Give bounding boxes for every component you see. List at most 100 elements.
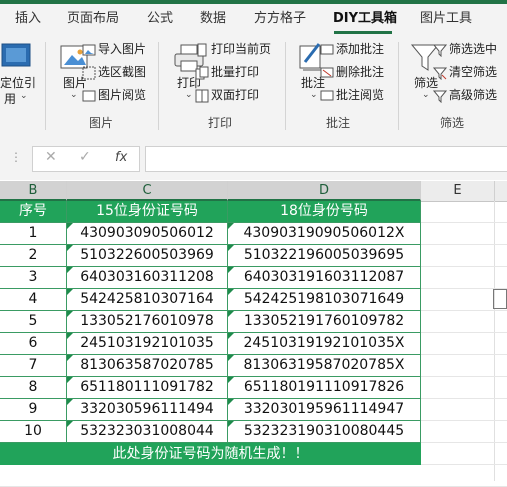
table-cell-18-digit[interactable]: 651180191110917826 [228, 377, 421, 399]
number-as-text-indicator [228, 223, 234, 229]
table-cell-15-digit[interactable]: 651180111091782 [67, 377, 228, 399]
group-separator [398, 42, 399, 130]
table-cell-seq[interactable]: 1 [0, 223, 67, 245]
table-cell-seq[interactable]: 7 [0, 355, 67, 377]
table-cell-seq[interactable]: 10 [0, 421, 67, 443]
table-cell-seq[interactable]: 5 [0, 311, 67, 333]
table-cell-18-digit[interactable]: 532323190310080445 [228, 421, 421, 443]
picture-view-icon [82, 90, 96, 102]
picture-view-button[interactable]: 图片阅览 [98, 86, 146, 104]
tab-fangfang[interactable]: 方方格子 [254, 4, 306, 34]
table-cell-18-digit[interactable]: 640303191603112087 [228, 267, 421, 289]
table-cell-18-digit[interactable]: 24510319192101035X [228, 333, 421, 355]
cell-value: 532323031008044 [80, 423, 214, 439]
table-cell-18-digit[interactable]: 43090319090506012X [228, 223, 421, 245]
drag-handle-icon[interactable]: ⋮ [10, 150, 22, 164]
import-picture-button[interactable]: 导入图片 [98, 40, 146, 58]
table-cell-seq[interactable]: 6 [0, 333, 67, 355]
table-cell-15-digit[interactable]: 640303160311208 [67, 267, 228, 289]
table-cell-18-digit[interactable]: 510322196005039695 [228, 245, 421, 267]
add-comment-icon [320, 44, 334, 55]
print-page-icon [197, 43, 207, 57]
table-cell-15-digit[interactable]: 430903090506012 [67, 223, 228, 245]
column-header-c[interactable]: C [67, 181, 228, 201]
number-as-text-indicator [67, 333, 73, 339]
comment-group-label: 批注 [326, 116, 351, 130]
column-header-e[interactable]: E [421, 181, 495, 201]
tab-data[interactable]: 数据 [200, 4, 226, 34]
formula-input[interactable] [145, 146, 507, 172]
locate-ref-icon [1, 43, 31, 67]
delete-comment-icon [320, 67, 334, 78]
table-cell-15-digit[interactable]: 532323031008044 [67, 421, 228, 443]
table-cell-seq[interactable]: 8 [0, 377, 67, 399]
advanced-filter-button[interactable]: 高级筛选 [449, 86, 497, 104]
view-comment-icon [320, 90, 334, 101]
cell-value: 510322196005039695 [243, 247, 405, 263]
view-comments-button[interactable]: 批注阅览 [336, 86, 384, 104]
table-cell-15-digit[interactable]: 510322600503969 [67, 245, 228, 267]
batch-print-icon [195, 66, 209, 80]
enter-icon[interactable]: ✓ [79, 149, 91, 165]
table-cell-seq[interactable]: 3 [0, 267, 67, 289]
header-15-digit[interactable]: 15位身份证号码 [67, 201, 228, 223]
number-as-text-indicator [67, 267, 73, 273]
screenshot-icon [82, 66, 96, 80]
table-cell-18-digit[interactable]: 81306319587020785X [228, 355, 421, 377]
add-comment-button[interactable]: 添加批注 [336, 40, 384, 58]
tab-diy-toolbox[interactable]: DIY工具箱 [333, 4, 397, 34]
number-as-text-indicator [228, 289, 234, 295]
number-as-text-indicator [67, 421, 73, 427]
table-cell-seq[interactable]: 4 [0, 289, 67, 311]
filter-selected-button[interactable]: 筛选选中 [449, 40, 497, 58]
group-separator [285, 42, 286, 130]
clear-filter-button[interactable]: 清空筛选 [449, 63, 497, 81]
header-seq[interactable]: 序号 [0, 201, 67, 223]
cell-value: 640303160311208 [80, 269, 214, 285]
number-as-text-indicator [67, 399, 73, 405]
table-cell-15-digit[interactable]: 133052176010978 [67, 311, 228, 333]
number-as-text-indicator [67, 289, 73, 295]
insert-function-icon[interactable]: fx [115, 150, 127, 165]
cell-value: 542425198103071649 [243, 291, 405, 307]
cell-value: 651180191110917826 [243, 379, 405, 395]
print-current-page-button[interactable]: 打印当前页 [211, 40, 271, 58]
table-cell-15-digit[interactable]: 332030596111494 [67, 399, 228, 421]
cell-value: 542425810307164 [80, 291, 214, 307]
cell-value: 245103192101035 [80, 335, 214, 351]
number-as-text-indicator [67, 223, 73, 229]
table-cell-18-digit[interactable]: 542425198103071649 [228, 289, 421, 311]
header-18-digit[interactable]: 18位身份号码 [228, 201, 421, 223]
chevron-down-icon: ⌄ [422, 90, 430, 100]
table-cell-15-digit[interactable]: 813063587020785 [67, 355, 228, 377]
cell-value: 651180111091782 [80, 379, 214, 395]
footer-note[interactable]: 此处身份证号码为随机生成！！ [0, 443, 421, 465]
batch-print-button[interactable]: 批量打印 [211, 63, 259, 81]
table-cell-18-digit[interactable]: 332030195961114947 [228, 399, 421, 421]
selected-cell[interactable] [493, 289, 507, 309]
delete-comment-button[interactable]: 删除批注 [336, 63, 384, 81]
tab-formulas[interactable]: 公式 [147, 4, 173, 34]
number-as-text-indicator [228, 399, 234, 405]
column-header-b[interactable]: B [0, 181, 67, 201]
chevron-down-icon: ⌄ [70, 90, 78, 100]
picture-group-label: 图片 [89, 116, 114, 130]
cell-value: 332030596111494 [80, 401, 214, 417]
table-cell-15-digit[interactable]: 542425810307164 [67, 289, 228, 311]
tab-picture-tools[interactable]: 图片工具 [420, 4, 472, 34]
duplex-print-button[interactable]: 双面打印 [211, 86, 259, 104]
tab-insert[interactable]: 插入 [15, 4, 41, 34]
table-cell-18-digit[interactable]: 133052191760109782 [228, 311, 421, 333]
cell-value: 510322600503969 [80, 247, 214, 263]
locate-ref-label-1[interactable]: 定位引 [0, 74, 36, 91]
table-cell-seq[interactable]: 9 [0, 399, 67, 421]
table-cell-seq[interactable]: 2 [0, 245, 67, 267]
region-screenshot-button[interactable]: 选区截图 [98, 63, 146, 81]
locate-ref-label-2[interactable]: 用 [4, 90, 16, 107]
duplex-print-icon [195, 89, 209, 103]
cancel-icon[interactable]: ✕ [45, 149, 57, 165]
column-header-d[interactable]: D [228, 181, 421, 201]
group-separator [158, 42, 159, 130]
tab-page-layout[interactable]: 页面布局 [67, 4, 119, 34]
table-cell-15-digit[interactable]: 245103192101035 [67, 333, 228, 355]
